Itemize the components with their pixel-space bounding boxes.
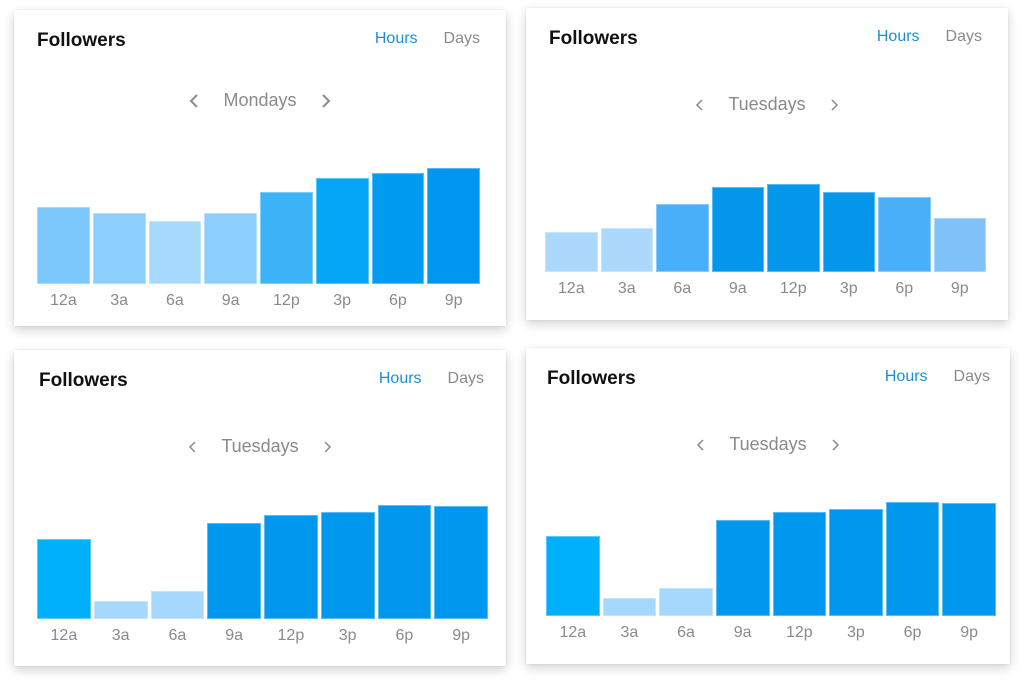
bar-9a (204, 213, 257, 284)
bar-12p (767, 184, 820, 272)
followers-bar-chart: 12a 3a 6a 9a 12p 3p 6p 9p (14, 10, 506, 326)
x-tick-label: 12a (559, 624, 587, 641)
x-tick-label: 12p (277, 627, 305, 644)
x-tick-label: 3a (620, 624, 639, 641)
bar-12p (260, 192, 313, 284)
bar-6p (377, 505, 432, 619)
x-tick-label: 9p (950, 280, 969, 297)
bar-9a (715, 520, 770, 616)
x-tick-label: 3p (839, 280, 858, 297)
bar-6p (885, 502, 940, 616)
x-tick-label: 9a (225, 627, 244, 644)
followers-card: Followers Hours Days Mondays 12a 3a 6a 9a 12… (14, 10, 506, 326)
x-tick-label: 6p (395, 627, 414, 644)
x-tick-label: 9p (960, 624, 979, 641)
followers-card: Followers Hours Days Tuesdays 12a 3a 6a 9a 1… (526, 348, 1010, 664)
x-tick-label: 12p (779, 280, 807, 297)
followers-bar-chart: 12a 3a 6a 9a 12p 3p 6p 9p (526, 8, 1008, 320)
bar-6a (150, 590, 205, 619)
x-tick-label: 9p (452, 627, 471, 644)
x-tick-label: 12a (50, 292, 77, 309)
x-tick-label: 6p (903, 624, 922, 641)
bar-9p (427, 168, 480, 284)
x-tick-label: 9a (221, 292, 240, 309)
x-tick-label: 6a (673, 280, 692, 297)
followers-bar-chart: 12a 3a 6a 9a 12p 3p 6p 9p (526, 348, 1010, 664)
bar-9p (933, 218, 986, 272)
bar-3a (602, 597, 657, 616)
x-tick-label: 3a (617, 280, 636, 297)
bar-3p (829, 508, 883, 616)
bar-3p (315, 178, 369, 284)
x-tick-label: 6a (165, 292, 184, 309)
x-tick-label: 6a (677, 624, 695, 641)
bar-3a (92, 213, 146, 284)
x-tick-label: 6p (388, 292, 407, 309)
x-tick-label: 9a (733, 624, 752, 641)
x-tick-label: 12p (785, 624, 813, 641)
x-tick-label: 3a (111, 627, 130, 644)
x-tick-label: 3p (333, 292, 352, 309)
x-tick-label: 9p (444, 292, 463, 309)
bar-3a (93, 600, 148, 619)
bar-12p (264, 515, 318, 619)
x-tick-label: 3a (110, 292, 129, 309)
bar-3p (822, 191, 875, 272)
x-tick-label: 9a (728, 280, 747, 297)
bar-6a (656, 204, 709, 272)
bar-3a (600, 228, 653, 272)
bar-12a (545, 232, 598, 272)
bar-3p (320, 511, 375, 619)
bar-6p (878, 197, 931, 272)
x-tick-label: 6a (168, 627, 187, 644)
x-tick-label: 3p (338, 627, 357, 644)
bar-6a (659, 587, 713, 616)
bar-12a (546, 536, 600, 616)
x-tick-label: 3p (847, 624, 865, 641)
x-tick-label: 12a (50, 627, 78, 644)
bar-9a (207, 523, 261, 619)
bar-6p (371, 172, 425, 284)
x-tick-label: 12p (273, 292, 300, 309)
bar-9p (434, 506, 488, 619)
bar-9a (711, 186, 764, 272)
bar-6a (148, 221, 202, 284)
x-tick-label: 6p (895, 280, 914, 297)
x-tick-label: 12a (557, 280, 585, 297)
bar-12a (37, 539, 91, 619)
bar-9p (942, 503, 996, 616)
followers-bar-chart: 12a 3a 6a 9a 12p 3p 6p 9p (14, 350, 506, 666)
bar-12a (37, 207, 90, 284)
followers-card: Followers Hours Days Tuesdays 12a 3a 6a 9a 1… (14, 350, 506, 666)
bar-12p (772, 512, 827, 616)
followers-card: Followers Hours Days Tuesdays 12a 3a 6a 9a 1… (526, 8, 1008, 320)
